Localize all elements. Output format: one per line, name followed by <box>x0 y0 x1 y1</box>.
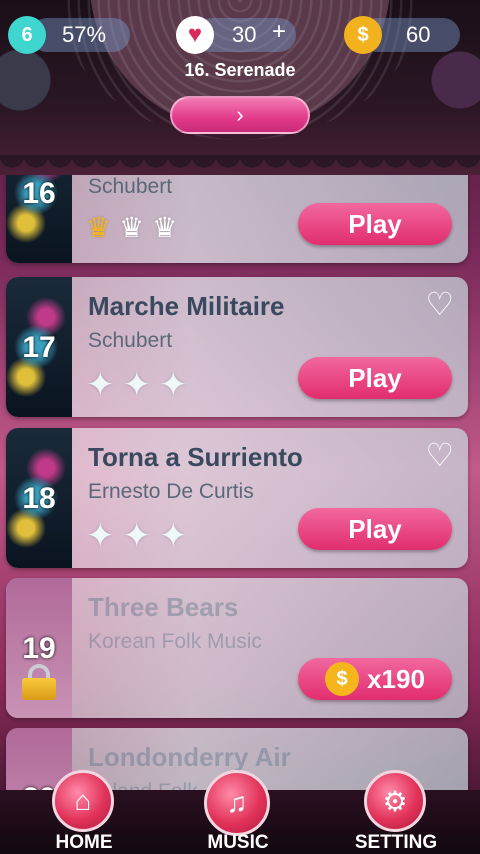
song-card-locked[interactable]: 19 Three Bears Korean Folk Music $ x190 <box>6 578 468 718</box>
star-icon: ✦ <box>122 517 152 555</box>
song-card[interactable]: 16 Schubert ♛ ♛ ♛ Play <box>6 175 468 263</box>
song-artist: Schubert <box>88 175 173 198</box>
crown-icon: ♛ <box>152 212 178 243</box>
crown-rating: ♛ ♛ ♛ <box>86 211 177 244</box>
song-list[interactable]: 16 Schubert ♛ ♛ ♛ Play 17 Marche Militai… <box>0 175 480 795</box>
nav-label: HOME <box>55 832 113 853</box>
star-icon: ✦ <box>86 517 115 555</box>
star-icon: ✦ <box>159 517 188 555</box>
song-number: 19 <box>22 632 56 665</box>
coin-icon: $ <box>325 662 360 696</box>
coin-icon: $ <box>344 16 382 54</box>
star-icon: ✦ <box>122 366 152 404</box>
next-song-button[interactable]: › <box>170 96 310 134</box>
nav-music[interactable]: ♫ MUSIC <box>198 770 278 854</box>
star-rating: ✦ ✦ ✦ <box>86 365 188 405</box>
song-number: 17 <box>22 331 56 364</box>
star-icon: ✦ <box>86 366 115 404</box>
favorite-heart-icon[interactable]: ♡ <box>425 285 454 323</box>
star-icon: ✦ <box>159 366 188 404</box>
heart-icon: ♥ <box>176 16 214 54</box>
song-card[interactable]: 18 Torna a Surriento Ernesto De Curtis ♡… <box>6 428 468 568</box>
nav-label: MUSIC <box>207 832 269 853</box>
star-rating: ✦ ✦ ✦ <box>86 516 188 556</box>
add-hearts-button[interactable]: + <box>272 18 286 46</box>
play-button[interactable]: Play <box>298 508 452 550</box>
music-note-icon: ♫ <box>204 770 270 836</box>
favorite-heart-icon[interactable]: ♡ <box>425 436 454 474</box>
crown-icon: ♛ <box>119 212 145 243</box>
song-artist: Ernesto De Curtis <box>88 480 254 503</box>
song-title: Marche Militaire <box>88 291 285 321</box>
progress-value: 57% <box>62 22 107 47</box>
song-number: 16 <box>22 177 56 210</box>
nav-setting[interactable]: ⚙ SETTING <box>355 770 437 854</box>
play-button[interactable]: Play <box>298 203 452 245</box>
song-title: Three Bears <box>88 592 239 622</box>
gear-icon: ⚙ <box>364 770 426 832</box>
chevron-right-icon: › <box>236 102 244 127</box>
level-icon: 6 <box>8 16 46 54</box>
song-title: Londonderry Air <box>88 742 291 772</box>
nav-label: SETTING <box>354 832 438 853</box>
bottom-navigation: ⌂ HOME ♫ MUSIC ⚙ SETTING <box>0 770 480 854</box>
lock-icon <box>22 664 56 700</box>
hearts-value: 30 <box>232 22 257 47</box>
coins-value: 60 <box>406 22 431 47</box>
unlock-price: x190 <box>367 663 425 694</box>
nav-home[interactable]: ⌂ HOME <box>44 770 124 854</box>
home-icon: ⌂ <box>52 770 114 832</box>
song-artist: Korean Folk Music <box>88 630 262 653</box>
top-header: 57% 6 30 ♥ + 60 $ 16. Serenade › <box>0 0 480 175</box>
play-button[interactable]: Play <box>298 357 452 399</box>
song-card[interactable]: 17 Marche Militaire Schubert ♡ ✦ ✦ ✦ Pla… <box>6 277 468 417</box>
song-title: Torna a Surriento <box>88 442 303 472</box>
song-artist: Schubert <box>88 329 173 352</box>
song-number: 18 <box>22 482 56 515</box>
unlock-button[interactable]: $ x190 <box>298 658 452 700</box>
current-song-title: 16. Serenade <box>184 60 296 80</box>
level-value: 6 <box>21 23 33 46</box>
crown-icon: ♛ <box>86 212 112 243</box>
